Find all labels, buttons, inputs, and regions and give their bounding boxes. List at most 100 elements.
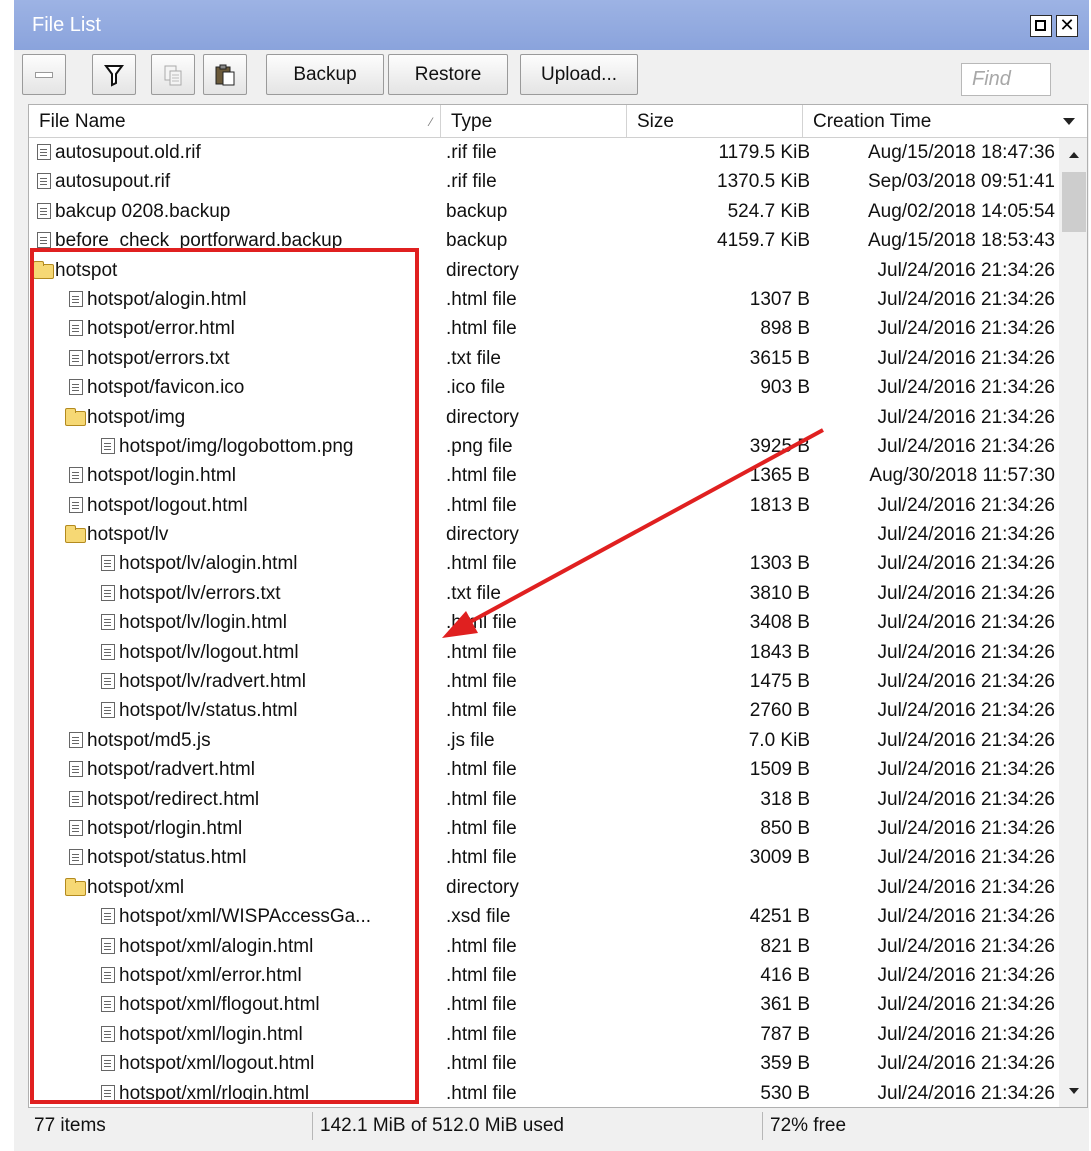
table-row[interactable]: hotspot/lv/login.html .html file 3408 B Jul…	[29, 608, 1059, 637]
table-row[interactable]: hotspot/lv/radvert.html .html file 1475 B J…	[29, 667, 1059, 696]
file-name-text: hotspot/error.html	[87, 318, 235, 340]
column-header-creation-time[interactable]: Creation Time	[803, 105, 1049, 137]
file-name-text: hotspot/lv/alogin.html	[119, 553, 298, 575]
table-row[interactable]: hotspot/error.html .html file 898 B Jul/24/…	[29, 314, 1059, 343]
cell-size: 1509 B	[749, 759, 810, 781]
cell-file-name: before_check_portforward.backup	[29, 226, 443, 255]
table-row[interactable]: hotspot directory Jul/24/2016 21:34:26	[29, 256, 1059, 285]
toolbar: Backup Restore Upload... Find	[14, 50, 1089, 101]
table-row[interactable]: hotspot/img/logobottom.png .png file 3925 …	[29, 432, 1059, 461]
file-icon	[101, 437, 115, 454]
cell-size: 7.0 KiB	[748, 729, 810, 751]
table-row[interactable]: hotspot/xml/logout.html .html file 359 B Ju…	[29, 1049, 1059, 1078]
column-header-size[interactable]: Size	[627, 105, 803, 137]
cell-creation-time: Jul/24/2016 21:34:26	[877, 524, 1056, 546]
file-name-text: hotspot/errors.txt	[87, 347, 230, 369]
file-icon	[101, 702, 115, 719]
cell-type: .html file	[446, 1082, 517, 1104]
cell-size: 3009 B	[749, 847, 810, 869]
table-row[interactable]: hotspot/xml/WISPAccessGa... .xsd file 4251…	[29, 902, 1059, 931]
cell-size: 1365 B	[749, 465, 810, 487]
find-input[interactable]: Find	[961, 63, 1051, 96]
table-row[interactable]: autosupout.rif .rif file 1370.5 KiB Sep/03/…	[29, 167, 1059, 196]
cell-size	[639, 403, 810, 432]
table-row[interactable]: hotspot/errors.txt .txt file 3615 B Jul/24/…	[29, 344, 1059, 373]
restore-window-button[interactable]	[1030, 15, 1052, 37]
file-icon	[101, 1025, 115, 1042]
window-title: File List	[32, 14, 101, 36]
file-icon	[69, 467, 83, 484]
table-row[interactable]: hotspot/redirect.html .html file 318 B Jul/…	[29, 785, 1059, 814]
table-row[interactable]: hotspot/xml/rlogin.html .html file 530 B Ju…	[29, 1079, 1059, 1108]
paste-button[interactable]	[203, 54, 247, 95]
table-row[interactable]: hotspot/lv/errors.txt .txt file 3810 B Jul/…	[29, 579, 1059, 608]
scroll-up-arrow-icon[interactable]	[1059, 140, 1087, 170]
table-row[interactable]: autosupout.old.rif .rif file 1179.5 KiB Aug…	[29, 138, 1059, 167]
cell-size: 3810 B	[749, 582, 810, 604]
scroll-thumb[interactable]	[1062, 172, 1086, 232]
cell-creation-time: Jul/24/2016 21:34:26	[877, 435, 1056, 457]
cell-file-name: hotspot/radvert.html	[29, 755, 443, 784]
table-row[interactable]: before_check_portforward.backup backup 415…	[29, 226, 1059, 255]
cell-size: 524.7 KiB	[727, 200, 810, 222]
close-window-button[interactable]: ✕	[1056, 15, 1078, 37]
table-row[interactable]: hotspot/login.html .html file 1365 B Aug/30…	[29, 461, 1059, 490]
table-row[interactable]: hotspot/favicon.ico .ico file 903 B Jul/24/…	[29, 373, 1059, 402]
copy-button[interactable]	[151, 54, 195, 95]
cell-file-name: hotspot/lv/radvert.html	[29, 667, 443, 696]
cell-size: 318 B	[760, 788, 810, 810]
scroll-down-arrow-icon[interactable]	[1059, 1076, 1087, 1106]
cell-file-name: hotspot/errors.txt	[29, 344, 443, 373]
table-row[interactable]: hotspot/lv/status.html .html file 2760 B Ju…	[29, 696, 1059, 725]
status-divider	[312, 1112, 313, 1140]
cell-type: directory	[446, 876, 519, 898]
table-row[interactable]: hotspot/xml directory Jul/24/2016 21:34:26	[29, 873, 1059, 902]
cell-creation-time: Jul/24/2016 21:34:26	[877, 1053, 1056, 1075]
column-menu-button[interactable]	[1049, 105, 1087, 137]
table-row[interactable]: bakcup 0208.backup backup 524.7 KiB Aug/02/…	[29, 197, 1059, 226]
cell-type: .html file	[446, 671, 517, 693]
restore-button[interactable]: Restore	[388, 54, 508, 95]
folder-icon	[65, 877, 86, 896]
cell-creation-time: Jul/24/2016 21:34:26	[877, 994, 1056, 1016]
remove-button[interactable]	[22, 54, 66, 95]
table-row[interactable]: hotspot/alogin.html .html file 1307 B Jul/2…	[29, 285, 1059, 314]
file-name-text: autosupout.old.rif	[55, 142, 201, 163]
vertical-scrollbar[interactable]	[1059, 138, 1087, 1107]
table-row[interactable]: hotspot/lv/alogin.html .html file 1303 B Ju…	[29, 549, 1059, 578]
file-name-text: hotspot/lv/radvert.html	[119, 671, 306, 693]
file-name-text: hotspot/md5.js	[87, 729, 211, 751]
cell-creation-time: Jul/24/2016 21:34:26	[877, 288, 1056, 310]
filter-button[interactable]	[92, 54, 136, 95]
table-row[interactable]: hotspot/xml/flogout.html .html file 361 B J…	[29, 990, 1059, 1019]
table-row[interactable]: hotspot/xml/error.html .html file 416 B Jul…	[29, 961, 1059, 990]
cell-creation-time: Aug/30/2018 11:57:30	[869, 465, 1055, 487]
table-row[interactable]: hotspot/radvert.html .html file 1509 B Jul/…	[29, 755, 1059, 784]
cell-type: .html file	[446, 847, 517, 869]
table-row[interactable]: hotspot/lv directory Jul/24/2016 21:34:26	[29, 520, 1059, 549]
table-row[interactable]: hotspot/xml/alogin.html .html file 821 B Ju…	[29, 932, 1059, 961]
column-header-file-name[interactable]: File Name ⁄	[29, 105, 441, 137]
status-free-space: 72% free	[770, 1115, 847, 1136]
upload-button[interactable]: Upload...	[520, 54, 638, 95]
backup-button[interactable]: Backup	[266, 54, 384, 95]
file-name-text: hotspot/radvert.html	[87, 759, 255, 781]
cell-size: 3408 B	[749, 612, 810, 634]
cell-file-name: hotspot/xml/WISPAccessGa...	[29, 902, 443, 931]
cell-type: .rif file	[446, 171, 497, 193]
table-row[interactable]: hotspot/lv/logout.html .html file 1843 B Ju…	[29, 638, 1059, 667]
cell-creation-time: Jul/24/2016 21:34:26	[877, 553, 1056, 575]
table-row[interactable]: hotspot/md5.js .js file 7.0 KiB Jul/24/2016…	[29, 726, 1059, 755]
cell-creation-time: Jul/24/2016 21:34:26	[877, 494, 1056, 516]
file-name-text: hotspot/favicon.ico	[87, 377, 245, 399]
table-row[interactable]: hotspot/status.html .html file 3009 B Jul/2…	[29, 843, 1059, 872]
cell-creation-time: Aug/15/2018 18:53:43	[867, 230, 1055, 252]
table-row[interactable]: hotspot/xml/login.html .html file 787 B Jul…	[29, 1020, 1059, 1049]
cell-file-name: hotspot/login.html	[29, 461, 443, 490]
table-row[interactable]: hotspot/logout.html .html file 1813 B Jul/2…	[29, 491, 1059, 520]
file-name-text: hotspot/alogin.html	[87, 288, 247, 310]
cell-size: 4251 B	[749, 906, 810, 928]
table-row[interactable]: hotspot/img directory Jul/24/2016 21:34:26	[29, 403, 1059, 432]
column-header-type[interactable]: Type	[441, 105, 627, 137]
table-row[interactable]: hotspot/rlogin.html .html file 850 B Jul/24…	[29, 814, 1059, 843]
